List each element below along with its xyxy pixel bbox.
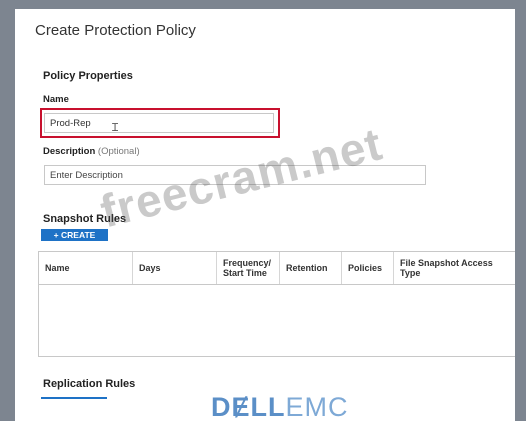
column-header-policies[interactable]: Policies bbox=[342, 252, 394, 284]
policy-properties-heading: Policy Properties bbox=[43, 70, 133, 82]
snapshot-rules-table: Name Days Frequency/ Start Time Retentio… bbox=[38, 251, 515, 357]
name-input[interactable]: Prod-Rep bbox=[44, 113, 274, 133]
create-snapshot-rule-button[interactable]: + CREATE bbox=[41, 229, 108, 241]
column-header-retention[interactable]: Retention bbox=[280, 252, 342, 284]
description-label-text: Description bbox=[43, 146, 96, 157]
replication-rules-underline bbox=[41, 397, 107, 399]
column-header-frequency[interactable]: Frequency/ Start Time bbox=[217, 252, 280, 284]
column-header-name[interactable]: Name bbox=[39, 252, 133, 284]
name-label: Name bbox=[43, 94, 69, 105]
description-optional-text: (Optional) bbox=[97, 146, 140, 157]
create-protection-policy-dialog: Create Protection Policy Policy Properti… bbox=[15, 9, 515, 421]
snapshot-rules-heading: Snapshot Rules bbox=[43, 213, 127, 225]
replication-rules-heading[interactable]: Replication Rules bbox=[43, 378, 135, 390]
logo-dell-text: DɆLL bbox=[211, 392, 286, 421]
text-cursor-icon: Ɪ bbox=[112, 122, 119, 134]
column-header-days[interactable]: Days bbox=[133, 252, 217, 284]
dell-emc-logo: DɆLLEMC bbox=[211, 392, 349, 421]
table-header: Name Days Frequency/ Start Time Retentio… bbox=[39, 252, 515, 285]
description-input[interactable]: Enter Description bbox=[44, 165, 426, 185]
column-header-file-snapshot-access-type[interactable]: File Snapshot Access Type bbox=[394, 252, 515, 284]
logo-emc-text: EMC bbox=[285, 392, 349, 421]
description-label: Description (Optional) bbox=[43, 146, 140, 157]
name-label-text: Name bbox=[43, 94, 69, 105]
dialog-title: Create Protection Policy bbox=[35, 22, 196, 39]
